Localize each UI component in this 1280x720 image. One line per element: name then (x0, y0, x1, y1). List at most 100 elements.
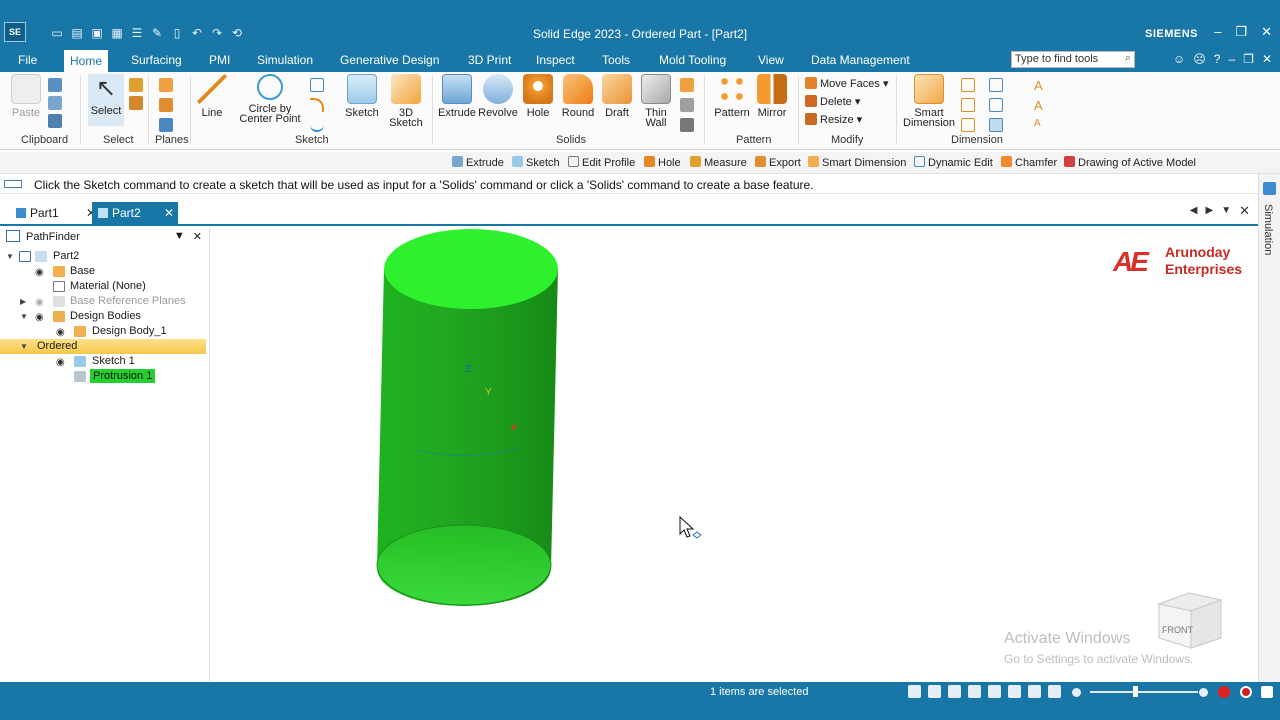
tab-inspect[interactable]: Inspect (530, 52, 581, 68)
zoom-icon[interactable] (928, 685, 941, 698)
sketch-button[interactable]: Sketch (344, 74, 380, 119)
model-canvas[interactable]: Z Y FRONT (211, 228, 1258, 682)
pathfinder-close-icon[interactable]: ✕ (193, 230, 202, 243)
fullscreen-icon[interactable] (1261, 686, 1273, 698)
collapse-icon[interactable]: ▼ (6, 250, 14, 264)
3d-sketch-button[interactable]: 3D Sketch (388, 74, 424, 129)
coincident-plane-icon[interactable] (159, 98, 173, 112)
doc-tab-part2[interactable]: Part2 ✕ (92, 202, 178, 224)
cmd-extrude[interactable]: Extrude (452, 156, 504, 169)
select-button[interactable]: ↖ Select (88, 74, 124, 126)
hole-button[interactable]: Hole (522, 74, 554, 119)
rotate-icon[interactable] (968, 685, 981, 698)
draft-button[interactable]: Draft (600, 74, 634, 119)
paste-button[interactable]: Paste (8, 74, 44, 119)
fit-icon[interactable] (908, 685, 921, 698)
restore-icon[interactable]: ❐ (1235, 24, 1247, 40)
zoom-in-icon[interactable] (1199, 688, 1208, 697)
pathfinder-menu-icon[interactable]: ▼ (174, 230, 185, 243)
tab-view[interactable]: View (752, 52, 790, 68)
panel-icon[interactable] (1263, 182, 1276, 195)
coordinate-system-icon[interactable] (159, 118, 173, 132)
resize-button[interactable]: Resize ▾ (805, 113, 862, 126)
command-search-input[interactable]: Type to find tools ⌕ (1011, 51, 1135, 68)
coordinate-dimension-icon[interactable] (961, 118, 975, 132)
graphics-window[interactable]: Z Y FRONT AE Arunoday Enterprises Activa… (211, 228, 1258, 682)
tree-item-design-body-1[interactable]: ◉ Design Body_1 (0, 324, 206, 339)
cmd-smart-dimension[interactable]: Smart Dimension (808, 156, 906, 169)
plane-icon[interactable] (159, 78, 173, 92)
mirror-button[interactable]: Mirror (754, 74, 790, 119)
cmd-measure[interactable]: Measure (690, 156, 747, 169)
revolve-button[interactable]: Revolve (478, 74, 518, 119)
collapse-icon[interactable]: ▼ (20, 310, 28, 324)
cmd-drawing-of-active-model[interactable]: Drawing of Active Model (1064, 156, 1196, 169)
text-dim-icon-3[interactable]: A (1034, 118, 1048, 132)
curve-icon[interactable] (310, 118, 324, 132)
tree-item-material[interactable]: Material (None) (0, 279, 206, 294)
zoom-slider-handle[interactable] (1133, 686, 1138, 697)
distance-icon[interactable] (961, 78, 975, 92)
tab-3d-print[interactable]: 3D Print (462, 52, 517, 68)
help-icon[interactable]: ? (1214, 52, 1221, 66)
expand-icon[interactable]: ▶ (20, 295, 26, 309)
tab-mold-tooling[interactable]: Mold Tooling (653, 52, 732, 68)
grid-icon[interactable] (989, 118, 1003, 132)
sketch-view-icon[interactable] (1048, 685, 1061, 698)
tab-prev-icon[interactable]: ◀ (1190, 205, 1198, 219)
connect-icon[interactable] (989, 98, 1003, 112)
zoom-area-icon[interactable] (948, 685, 961, 698)
collapse-icon[interactable]: ▼ (20, 340, 28, 354)
tab-next-icon[interactable]: ▶ (1205, 205, 1213, 219)
solids-more-icon-3[interactable] (680, 118, 694, 132)
copy-icon[interactable] (48, 96, 62, 110)
cut-icon[interactable] (48, 78, 62, 92)
rectangle-icon[interactable] (310, 78, 324, 92)
cmd-hole[interactable]: Hole (644, 156, 681, 169)
tab-list-icon[interactable]: ▼ (1221, 205, 1231, 219)
minimize-icon[interactable]: – (1214, 24, 1221, 40)
move-faces-button[interactable]: Move Faces ▾ (805, 77, 889, 90)
relate-icon[interactable] (989, 78, 1003, 92)
visibility-eye-icon[interactable]: ◉ (56, 356, 68, 368)
tab-generative-design[interactable]: Generative Design (334, 52, 445, 68)
angle-icon[interactable] (961, 98, 975, 112)
arc-icon[interactable] (310, 98, 324, 112)
select-tools-icon[interactable] (129, 78, 143, 92)
smart-dimension-button[interactable]: Smart Dimension (902, 74, 956, 129)
visibility-eye-icon[interactable]: ◉ (35, 311, 47, 323)
doc-minimize-icon[interactable]: – (1228, 52, 1235, 66)
solids-more-icon-1[interactable] (680, 78, 694, 92)
delete-button[interactable]: Delete ▾ (805, 95, 860, 108)
tab-close-all-icon[interactable]: ✕ (1239, 203, 1250, 219)
tree-item-ordered[interactable]: ▼ Ordered (0, 339, 206, 354)
tree-item-design-bodies[interactable]: ▼ ◉ Design Bodies (0, 309, 206, 324)
extrude-button[interactable]: Extrude (438, 74, 476, 119)
visibility-eye-icon[interactable]: ◉ (35, 266, 47, 278)
smiley-icon[interactable]: ☺ (1173, 52, 1185, 66)
round-button[interactable]: Round (560, 74, 596, 119)
doc-tab-part1[interactable]: Part1 ✕ (10, 202, 96, 224)
style-icon[interactable] (1028, 685, 1041, 698)
cmd-edit-profile[interactable]: Edit Profile (568, 156, 635, 169)
zoom-out-icon[interactable] (1072, 688, 1081, 697)
tab-home[interactable]: Home (64, 50, 109, 72)
tree-item-base-reference-planes[interactable]: ▶ ◉ Base Reference Planes (0, 294, 206, 309)
pattern-button[interactable]: Pattern (712, 74, 752, 119)
search-icon[interactable]: ⌕ (1125, 52, 1131, 65)
doc-restore-icon[interactable]: ❐ (1243, 52, 1254, 66)
tree-item-part2[interactable]: ▼ Part2 (0, 249, 206, 264)
thin-wall-button[interactable]: Thin Wall (638, 74, 674, 129)
tree-item-sketch-1[interactable]: ◉ Sketch 1 (0, 354, 206, 369)
cmd-sketch[interactable]: Sketch (512, 156, 560, 169)
zoom-slider[interactable] (1090, 691, 1198, 693)
tab-simulation[interactable]: Simulation (251, 52, 319, 68)
circle-by-center-point-button[interactable]: Circle by Center Point (232, 74, 308, 125)
visibility-eye-icon[interactable]: ◉ (35, 296, 47, 308)
close-tab-icon[interactable]: ✕ (164, 206, 174, 220)
visibility-eye-icon[interactable]: ◉ (56, 326, 68, 338)
keyboard-icon[interactable] (4, 180, 22, 188)
format-icon[interactable] (48, 114, 62, 128)
tab-surfacing[interactable]: Surfacing (125, 52, 188, 68)
text-dim-icon-2[interactable]: A (1034, 98, 1048, 113)
